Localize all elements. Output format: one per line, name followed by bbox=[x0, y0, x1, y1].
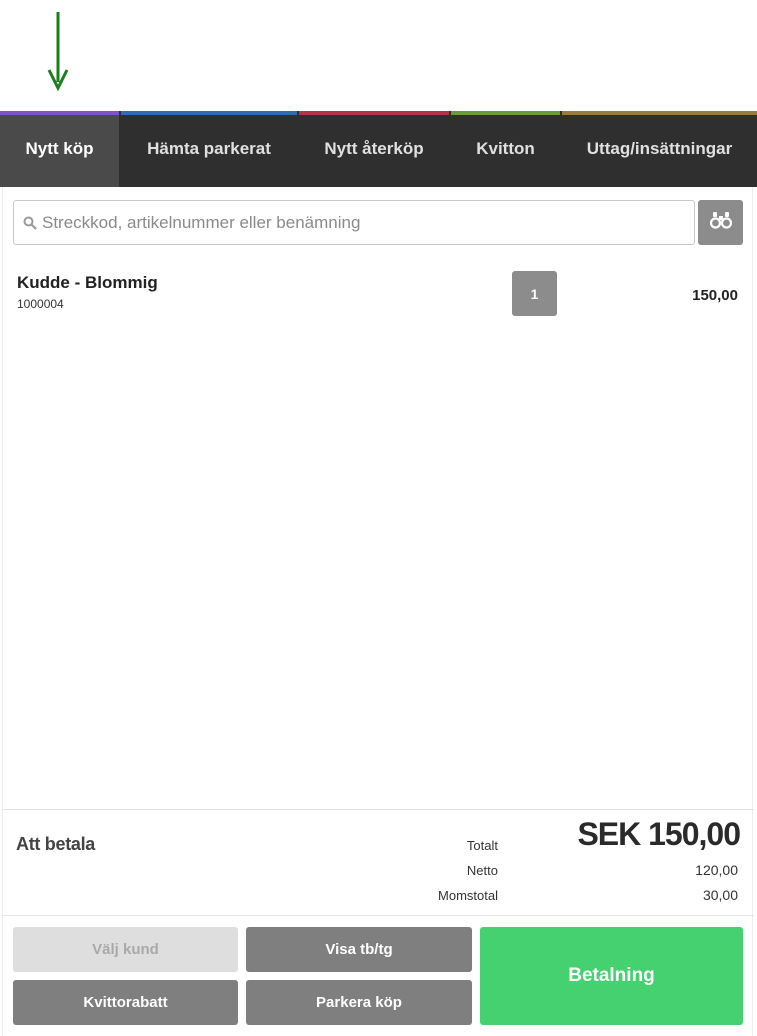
sale-panel: Kudde - Blommig 1000004 1 150,00 Att bet… bbox=[2, 187, 754, 1036]
tab-new-return[interactable]: Nytt återköp bbox=[297, 111, 449, 187]
tab-accent bbox=[562, 111, 757, 115]
search-icon bbox=[18, 216, 42, 230]
tab-withdrawals-deposits[interactable]: Uttag/insättningar bbox=[560, 111, 757, 187]
item-name: Kudde - Blommig bbox=[17, 273, 158, 292]
tab-label: Nytt köp bbox=[25, 139, 94, 158]
main-tabbar: Nytt köp Hämta parkerat Nytt återköp Kvi… bbox=[0, 111, 757, 187]
item-price: 150,00 bbox=[692, 287, 738, 304]
park-purchase-button[interactable]: Parkera köp bbox=[246, 980, 472, 1025]
annotation-area bbox=[0, 0, 757, 111]
tab-receipts[interactable]: Kvitton bbox=[449, 111, 560, 187]
search-row bbox=[13, 200, 743, 245]
tab-label: Kvitton bbox=[476, 139, 535, 158]
tab-accent bbox=[451, 111, 560, 115]
vat-label: Momstotal bbox=[438, 888, 498, 903]
action-buttons: Välj kund Visa tb/tg Kvittorabatt Parker… bbox=[3, 917, 754, 1036]
cart-item-row[interactable]: Kudde - Blommig 1000004 1 150,00 bbox=[3, 269, 754, 319]
net-value: 120,00 bbox=[695, 862, 738, 878]
total-label: Totalt bbox=[466, 838, 498, 853]
tab-fetch-parked[interactable]: Hämta parkerat bbox=[119, 111, 297, 187]
pos-screen: Nytt köp Hämta parkerat Nytt återköp Kvi… bbox=[0, 0, 757, 1036]
payment-button[interactable]: Betalning bbox=[480, 927, 743, 1025]
tab-label: Hämta parkerat bbox=[147, 139, 271, 158]
net-label: Netto bbox=[466, 863, 498, 878]
vat-value: 30,00 bbox=[702, 887, 738, 903]
binoculars-icon bbox=[709, 211, 732, 234]
total-amount: SEK 150,00 bbox=[577, 816, 741, 852]
search-box[interactable] bbox=[13, 200, 695, 245]
tab-accent bbox=[0, 111, 119, 115]
show-margin-button[interactable]: Visa tb/tg bbox=[246, 927, 472, 972]
lookup-button[interactable] bbox=[698, 200, 743, 245]
item-article-number: 1000004 bbox=[17, 297, 64, 311]
choose-customer-button[interactable]: Välj kund bbox=[13, 927, 238, 972]
amount-due-label: Att betala bbox=[16, 834, 96, 854]
totals-section: Att betala Totalt SEK 150,00 Netto 120,0… bbox=[3, 809, 754, 916]
tab-accent bbox=[121, 111, 297, 115]
tab-label: Uttag/insättningar bbox=[586, 139, 733, 158]
tab-accent bbox=[299, 111, 449, 115]
tab-label: Nytt återköp bbox=[324, 139, 424, 158]
tab-new-purchase[interactable]: Nytt köp bbox=[0, 111, 119, 187]
quantity-button[interactable]: 1 bbox=[512, 271, 557, 316]
receipt-discount-button[interactable]: Kvittorabatt bbox=[13, 980, 238, 1025]
search-input[interactable] bbox=[42, 212, 682, 233]
down-arrow-annotation bbox=[47, 12, 69, 92]
